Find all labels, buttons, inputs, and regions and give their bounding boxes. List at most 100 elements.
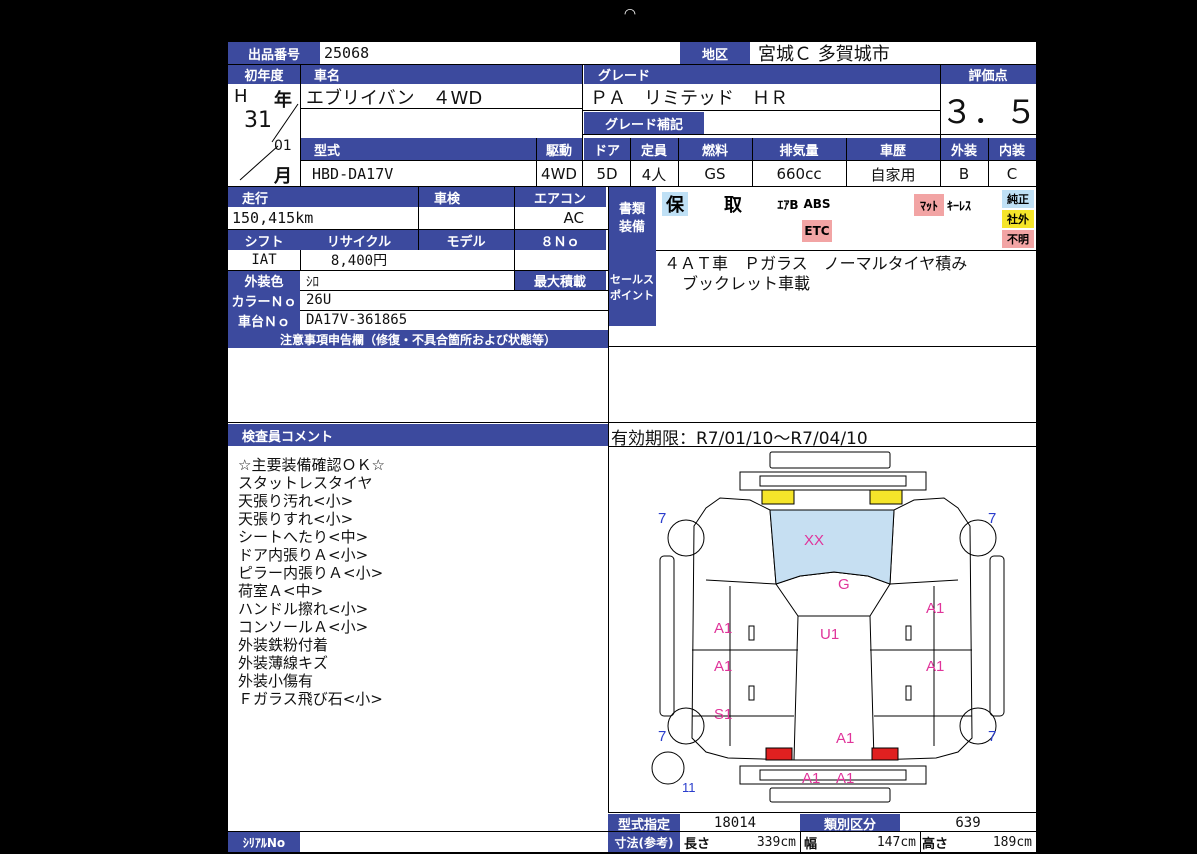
- grade-label: グレード: [584, 64, 940, 84]
- sales-label: セールスポイント: [610, 273, 654, 302]
- door-label: ドア: [584, 138, 630, 160]
- inspector-comment-line: ドア内張りＡ<小>: [238, 546, 369, 564]
- inspector-label: 検査員コメント: [228, 424, 608, 446]
- roof-damage-mark: U1: [820, 626, 840, 643]
- displacement-label: 排気量: [752, 138, 846, 160]
- drive-label: 駆動: [536, 138, 582, 160]
- car-name: エブリイバン ４WD: [306, 88, 483, 108]
- mat-badge: ﾏｯﾄ: [914, 194, 944, 216]
- inspector-comment-line: 天張りすれ<小>: [238, 510, 354, 528]
- aftermarket-badge: 社外: [1002, 210, 1034, 228]
- evaluation-score: ３．５: [942, 93, 1036, 131]
- first-reg-label: 初年度: [228, 64, 300, 84]
- exterior-grade: B: [958, 165, 970, 183]
- sales-line-2: ブックレット車載: [682, 274, 811, 293]
- inspector-comment-line: 天張り汚れ<小>: [238, 492, 354, 510]
- notes-label: 注意事項申告欄（修復・不具合箇所および状態等）: [228, 330, 608, 348]
- inspector-comment-line: ハンドル擦れ<小>: [238, 600, 369, 618]
- grade-note-label: グレード補記: [584, 112, 704, 134]
- color-number: 26U: [306, 292, 332, 308]
- recycle-fee: 8,400円: [330, 253, 388, 269]
- mileage-label: 走行: [228, 187, 418, 207]
- inspector-comment-line: 外装鉄粉付着: [238, 636, 329, 654]
- exterior-label: 外装: [940, 138, 988, 160]
- inspector-comment-line: ☆主要装備確認ＯＫ☆: [238, 456, 385, 474]
- inspection-label: 車検: [418, 187, 514, 207]
- tire-rear-right-mark: 7: [988, 728, 997, 745]
- inspector-comments: ☆主要装備確認ＯＫ☆ スタットレスタイヤ 天張り汚れ<小> 天張りすれ<小> シートへた…: [238, 456, 385, 708]
- g-damage-mark: G: [838, 576, 850, 593]
- year-slashes: [239, 103, 299, 181]
- grade: ＰＡ リミテッド ＨＲ: [590, 88, 788, 108]
- height-value: 189cm: [992, 834, 1032, 850]
- left-front-door-mark: A1: [714, 620, 733, 637]
- height-label: 高さ: [922, 836, 949, 852]
- top-indicator: ◠: [623, 6, 637, 22]
- fuel-label: 燃料: [678, 138, 752, 160]
- abs-badge: ABS: [803, 197, 831, 211]
- length-value: 339cm: [756, 834, 796, 850]
- region-label: 地区: [680, 42, 750, 64]
- color-label: 外装色: [228, 270, 300, 290]
- torisetsu-badge: 取: [724, 195, 742, 216]
- region: 宮城Ｃ 多賀城市: [758, 44, 890, 64]
- tire-front-right-mark: 7: [988, 510, 997, 527]
- interior-label: 内装: [988, 138, 1036, 160]
- rear-bumper-mark-1: A1: [802, 770, 821, 787]
- model-code: HBD-DA17V: [312, 165, 394, 183]
- shift-label: シフト: [228, 230, 300, 250]
- airbag-badge: ｴｱB: [777, 197, 799, 212]
- inspector-comment-line: 外装小傷有: [238, 672, 314, 690]
- length-label: 長さ: [684, 836, 711, 852]
- inspector-comment-line: 外装薄線キズ: [238, 654, 329, 672]
- inspector-comment-line: コンソールＡ<小>: [238, 618, 369, 636]
- width-label: 幅: [804, 836, 818, 852]
- documents-label: 書類装備: [618, 202, 645, 235]
- right-rear-door-mark: A1: [926, 658, 945, 675]
- right-front-door-mark: A1: [926, 600, 945, 617]
- capacity: 4人: [641, 165, 667, 184]
- recycle-label: リサイクル: [300, 230, 418, 250]
- tire-rear-left-mark: 7: [658, 728, 667, 745]
- fuel: GS: [704, 165, 726, 183]
- max-load-label: 最大積載: [514, 270, 606, 290]
- inspector-comment-line: Ｆガラス飛び石<小>: [238, 690, 383, 708]
- model-label: 型式: [300, 138, 536, 160]
- tire-front-left-mark: 7: [658, 510, 667, 527]
- dimensions-label: 寸法(参考): [608, 832, 680, 852]
- displacement: 660cc: [776, 165, 822, 183]
- body-color: ｼﾛ: [306, 274, 319, 290]
- left-rear-door-mark: A1: [714, 658, 733, 675]
- shift: IAT: [251, 252, 277, 268]
- car-name-label: 車名: [300, 64, 582, 84]
- mileage: 150,415km: [232, 209, 314, 227]
- color-no-label: カラーＮｏ: [228, 290, 300, 310]
- chassis-number: DA17V-361865: [306, 312, 408, 328]
- lot-label: 出品番号: [228, 42, 320, 64]
- model-sub-label: モデル: [418, 230, 514, 250]
- chassis-label: 車台Ｎｏ: [228, 310, 300, 330]
- interior-grade: C: [1006, 165, 1018, 183]
- keyless-badge: ｷｰﾚｽ: [946, 198, 971, 213]
- type-label: 型式指定: [608, 814, 680, 832]
- class-number: 639: [955, 815, 981, 831]
- capacity-label: 定員: [630, 138, 678, 160]
- vehicle-history: 自家用: [870, 165, 916, 184]
- rear-bumper-mark-2: A1: [836, 770, 855, 787]
- history-label: 車歴: [846, 138, 940, 160]
- glass-damage-mark: XX: [804, 532, 825, 549]
- left-rear-mark: S1: [714, 706, 733, 723]
- type-number: 18014: [713, 815, 757, 831]
- unknown-badge: 不明: [1002, 230, 1034, 248]
- width-value: 147cm: [876, 834, 916, 850]
- inspector-comment-line: シートへたり<中>: [238, 528, 369, 546]
- class-label: 類別区分: [800, 814, 900, 832]
- eight-no-label: ８Ｎｏ: [514, 230, 606, 250]
- door: 5D: [596, 165, 618, 183]
- lot-number: 25068: [324, 44, 370, 62]
- score-label: 評価点: [940, 64, 1036, 84]
- rear-mark: A1: [836, 730, 855, 747]
- hosho-badge: 保: [662, 192, 688, 216]
- auction-sheet: 出品番号 25068 地区 宮城Ｃ 多賀城市 初年度 車名 グレード 評価点 H…: [228, 42, 1036, 852]
- aircon-label: エアコン: [514, 187, 606, 207]
